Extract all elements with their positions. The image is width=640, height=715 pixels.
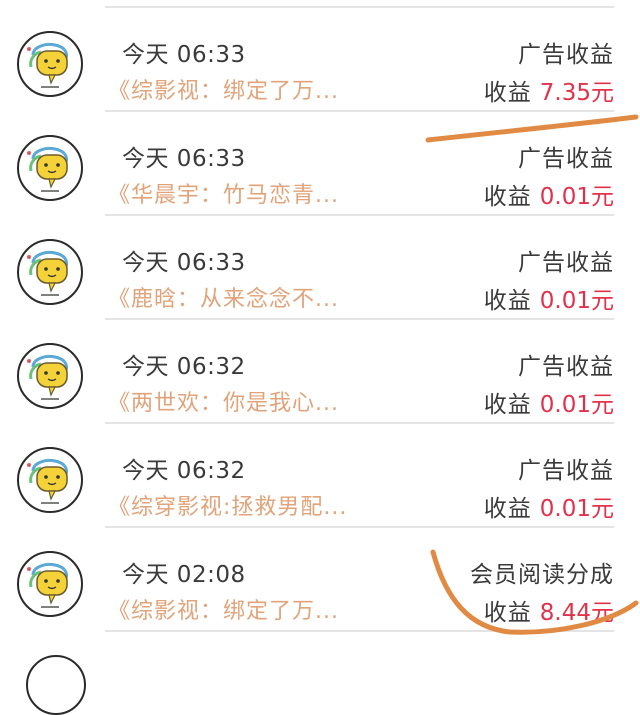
amount-value: 0.01元 [539,288,614,314]
chat-bubble-face-icon [27,43,69,88]
book-title: 《鹿晗：从来念念不... [108,287,339,312]
chat-bubble-face-icon [27,147,69,192]
earning-type: 广告收益 [518,250,614,276]
timestamp: 今天 06:32 [122,354,246,380]
avatar [17,31,83,97]
earning-type: 广告收益 [518,458,614,484]
list-item[interactable]: 今天 02:08 《综影视：绑定了万... 会员阅读分成 收益 8.44元 [0,528,640,632]
earning-type: 会员阅读分成 [470,562,614,588]
amount-label: 收益 [483,496,532,522]
amount-value: 8.44元 [539,600,614,626]
list-item[interactable]: 今天 06:33 《华晨宇：竹马恋青... 广告收益 收益 0.01元 [0,112,640,216]
chat-bubble-face-icon [27,355,69,400]
earning-amount: 收益 8.44元 [484,593,614,627]
earning-type: 广告收益 [518,146,614,172]
list-item[interactable]: 今天 06:32 《综穿影视:拯救男配... 广告收益 收益 0.01元 [0,424,640,528]
book-title: 《两世欢：你是我心... [108,391,339,416]
book-title: 《综影视：绑定了万... [108,599,339,624]
amount-label: 收益 [483,392,532,418]
earning-type: 广告收益 [518,42,614,68]
avatar [17,447,83,513]
earning-amount: 收益 0.01元 [484,177,614,211]
timestamp: 今天 06:33 [122,42,246,68]
timestamp: 今天 06:32 [122,458,246,484]
avatar [17,551,83,617]
book-title: 《华晨宇：竹马恋青... [108,183,339,208]
list-item[interactable]: 今天 06:33 《鹿晗：从来念念不... 广告收益 收益 0.01元 [0,216,640,320]
earnings-list: 今天 06:33 《综影视：绑定了万... 广告收益 收益 7.35元 今天 06… [0,0,640,715]
earning-type: 广告收益 [518,354,614,380]
timestamp: 今天 06:33 [122,146,246,172]
amount-label: 收益 [483,184,532,210]
timestamp: 今天 02:08 [122,562,246,588]
timestamp: 今天 06:33 [122,250,246,276]
book-title: 《综穿影视:拯救男配... [108,495,348,520]
amount-value: 7.35元 [539,80,614,106]
list-item[interactable]: 今天 06:33 《综影视：绑定了万... 广告收益 收益 7.35元 [0,8,640,112]
list-item[interactable]: 今天 06:32 《两世欢：你是我心... 广告收益 收益 0.01元 [0,320,640,424]
earning-amount: 收益 0.01元 [484,281,614,315]
amount-label: 收益 [483,80,532,106]
earning-amount: 收益 0.01元 [484,385,614,419]
amount-label: 收益 [483,288,532,314]
book-title: 《综影视：绑定了万... [108,79,339,104]
chat-bubble-face-icon [27,459,69,504]
amount-value: 0.01元 [539,392,614,418]
avatar [17,135,83,201]
amount-value: 0.01元 [539,184,614,210]
amount-label: 收益 [483,600,532,626]
avatar [26,655,86,715]
divider [105,630,614,632]
chat-bubble-face-icon [27,563,69,608]
earning-amount: 收益 0.01元 [484,489,614,523]
amount-value: 0.01元 [539,496,614,522]
chat-bubble-face-icon [27,251,69,296]
avatar [17,343,83,409]
avatar [17,239,83,305]
earning-amount: 收益 7.35元 [484,73,614,107]
